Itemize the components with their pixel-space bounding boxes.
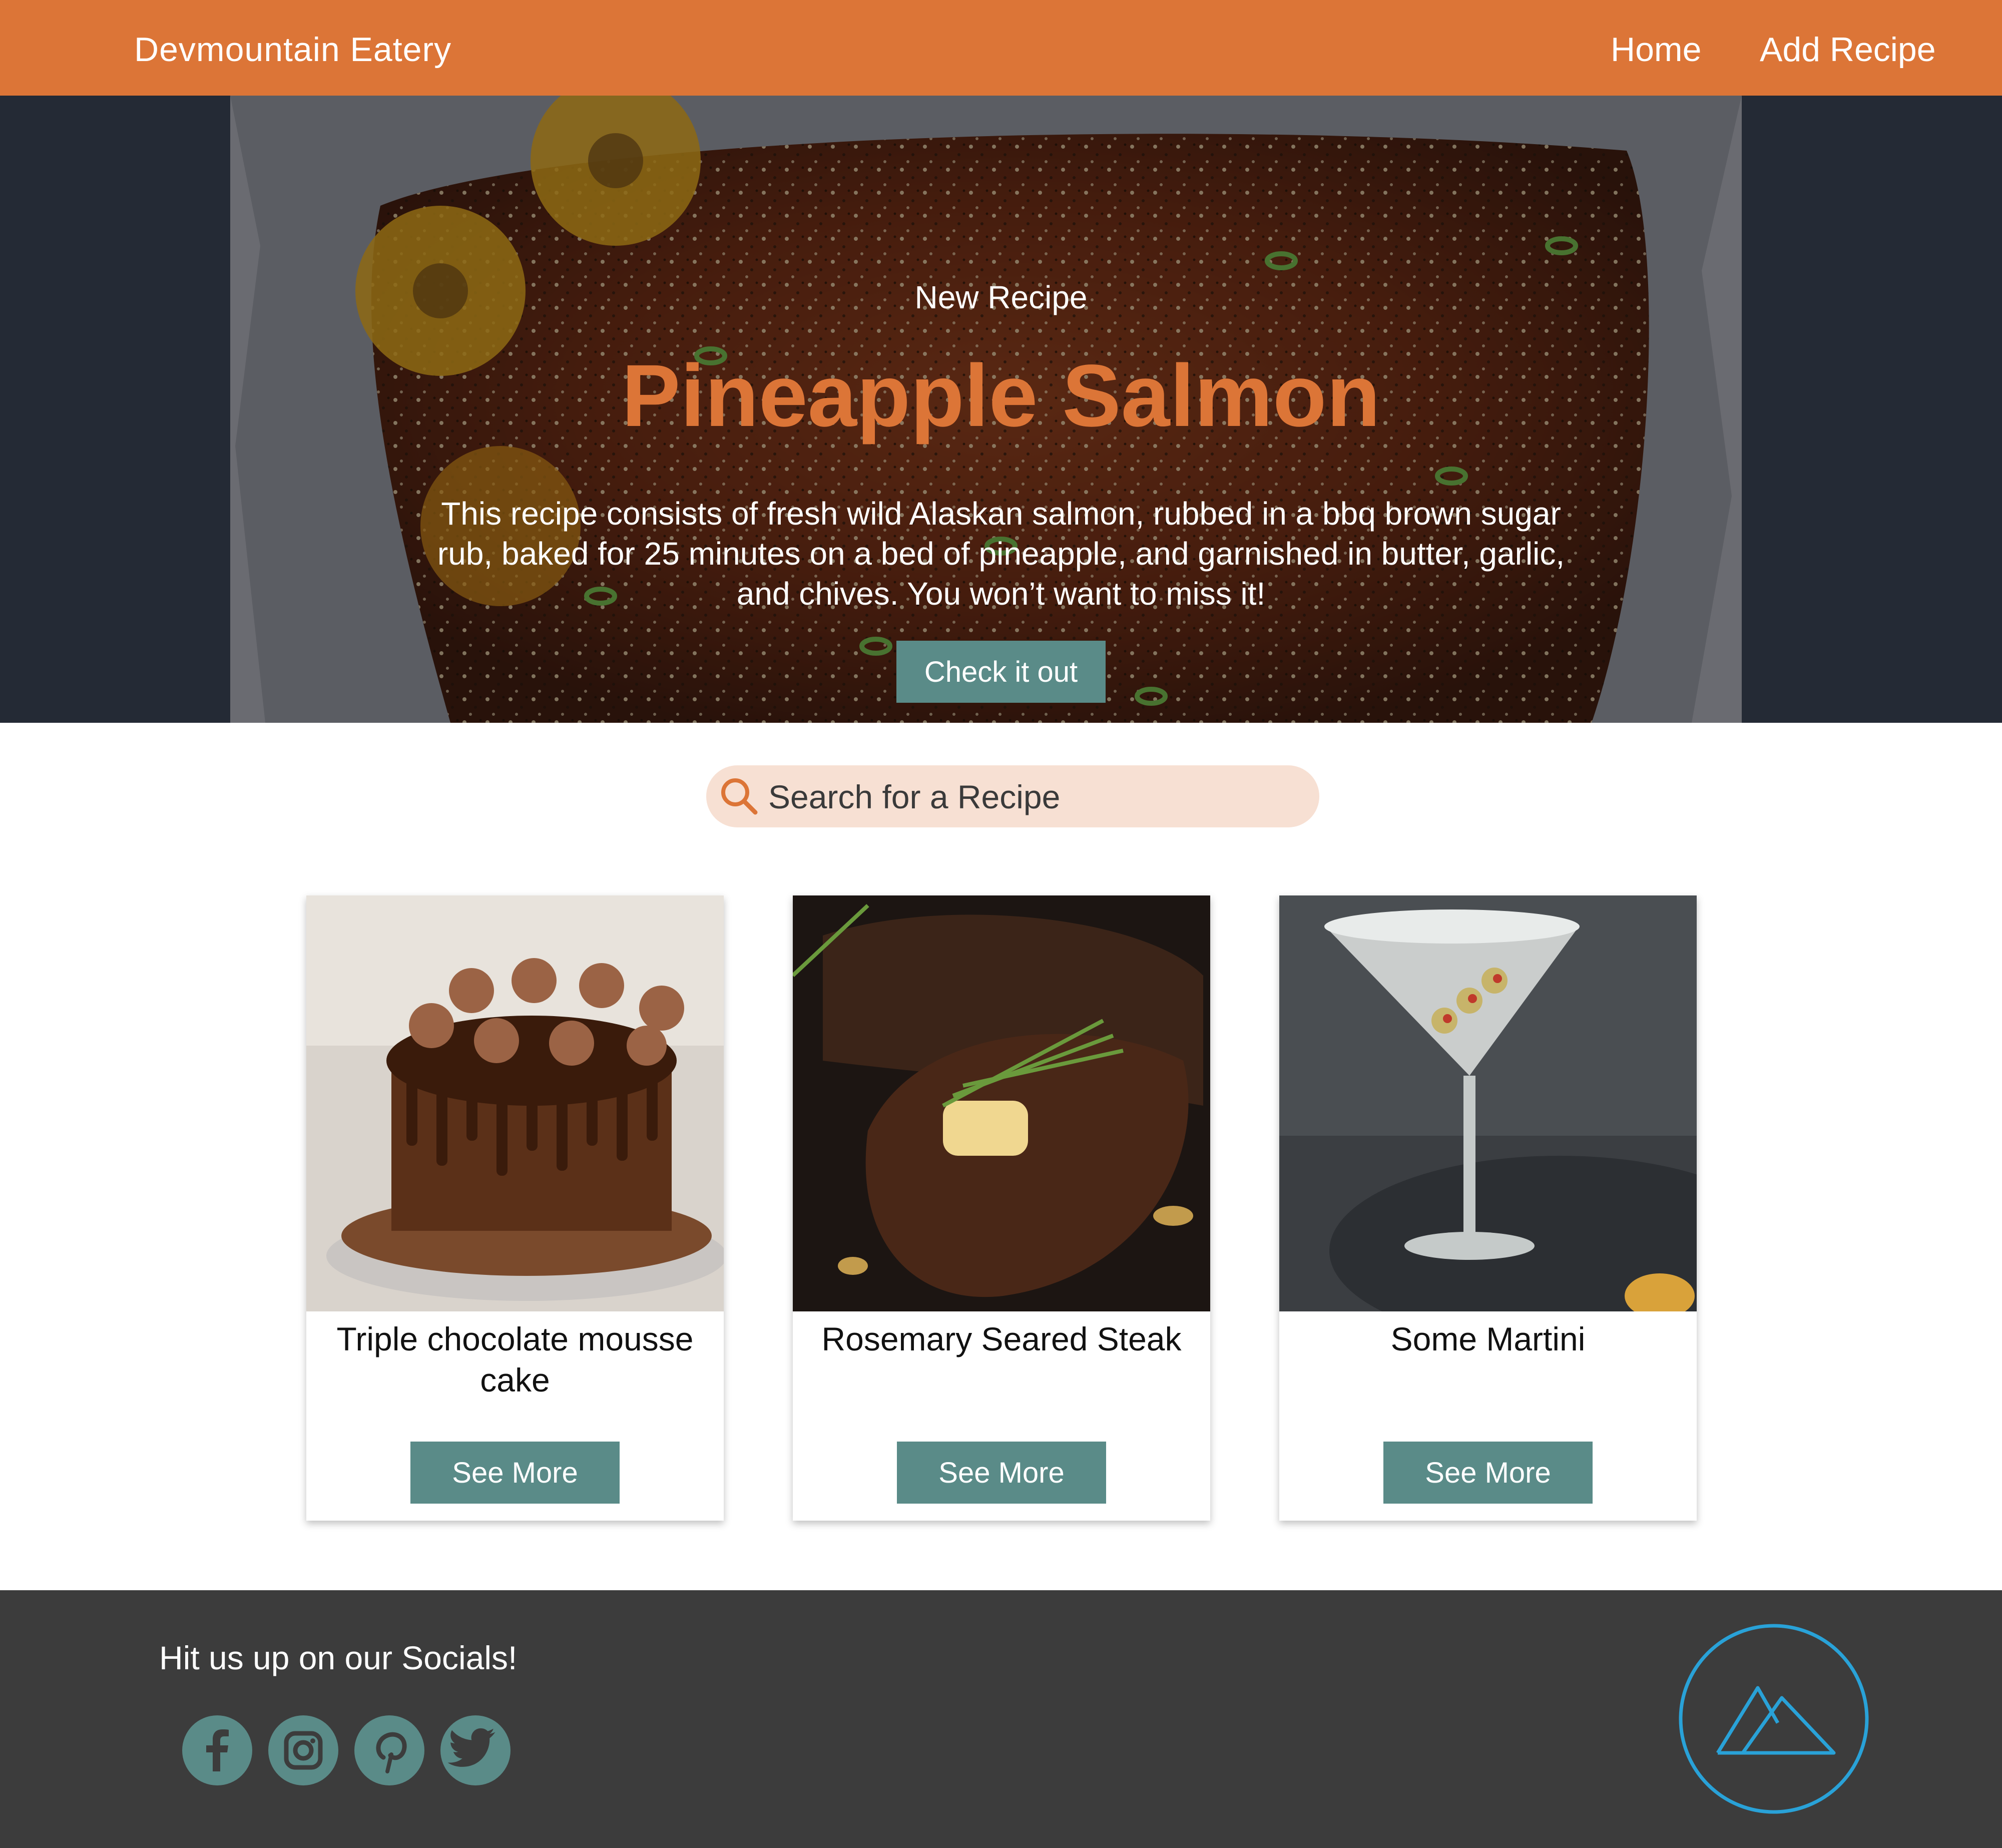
hero-title: Pineapple Salmon: [622, 347, 1380, 445]
devmountain-logo: [1679, 1624, 1869, 1814]
recipe-search-bar[interactable]: [706, 765, 1319, 827]
recipe-card: Some Martini See More: [1279, 895, 1697, 1521]
recipe-image-steak[interactable]: [793, 895, 1210, 1311]
hero-banner: New Recipe Pineapple Salmon This recipe …: [0, 96, 2002, 723]
twitter-icon[interactable]: [440, 1715, 511, 1785]
nav-add-recipe-link[interactable]: Add Recipe: [1760, 27, 1936, 72]
see-more-button[interactable]: See More: [410, 1442, 620, 1504]
search-icon: [721, 778, 758, 815]
recipe-image-chocolate-cake[interactable]: [306, 895, 724, 1311]
recipe-title: Rosemary Seared Steak: [821, 1320, 1182, 1357]
footer: Hit us up on our Socials!: [0, 1590, 2002, 1848]
check-it-out-button[interactable]: Check it out: [896, 641, 1106, 703]
hero-tagline: New Recipe: [914, 279, 1088, 315]
footer-socials-heading: Hit us up on our Socials!: [159, 1639, 518, 1676]
nav-home-link[interactable]: Home: [1611, 27, 1701, 72]
instagram-icon[interactable]: [268, 1715, 338, 1785]
recipe-image-martini[interactable]: [1279, 895, 1697, 1311]
see-more-button[interactable]: See More: [897, 1442, 1106, 1504]
top-nav-bar: Devmountain Eatery Home Add Recipe: [0, 0, 2002, 96]
recipe-card: Triple chocolate mousse cake See More: [306, 895, 724, 1521]
see-more-button[interactable]: See More: [1383, 1442, 1593, 1504]
search-input[interactable]: [767, 774, 1300, 819]
recipe-title: Triple chocolate mousse cake: [336, 1320, 694, 1399]
hero-description: This recipe consists of fresh wild Alask…: [437, 496, 1565, 612]
pinterest-icon[interactable]: [354, 1715, 424, 1785]
recipe-title: Some Martini: [1390, 1320, 1586, 1357]
brand-name[interactable]: Devmountain Eatery: [134, 27, 451, 72]
recipe-card: Rosemary Seared Steak See More: [793, 895, 1210, 1521]
facebook-icon[interactable]: [182, 1715, 252, 1785]
